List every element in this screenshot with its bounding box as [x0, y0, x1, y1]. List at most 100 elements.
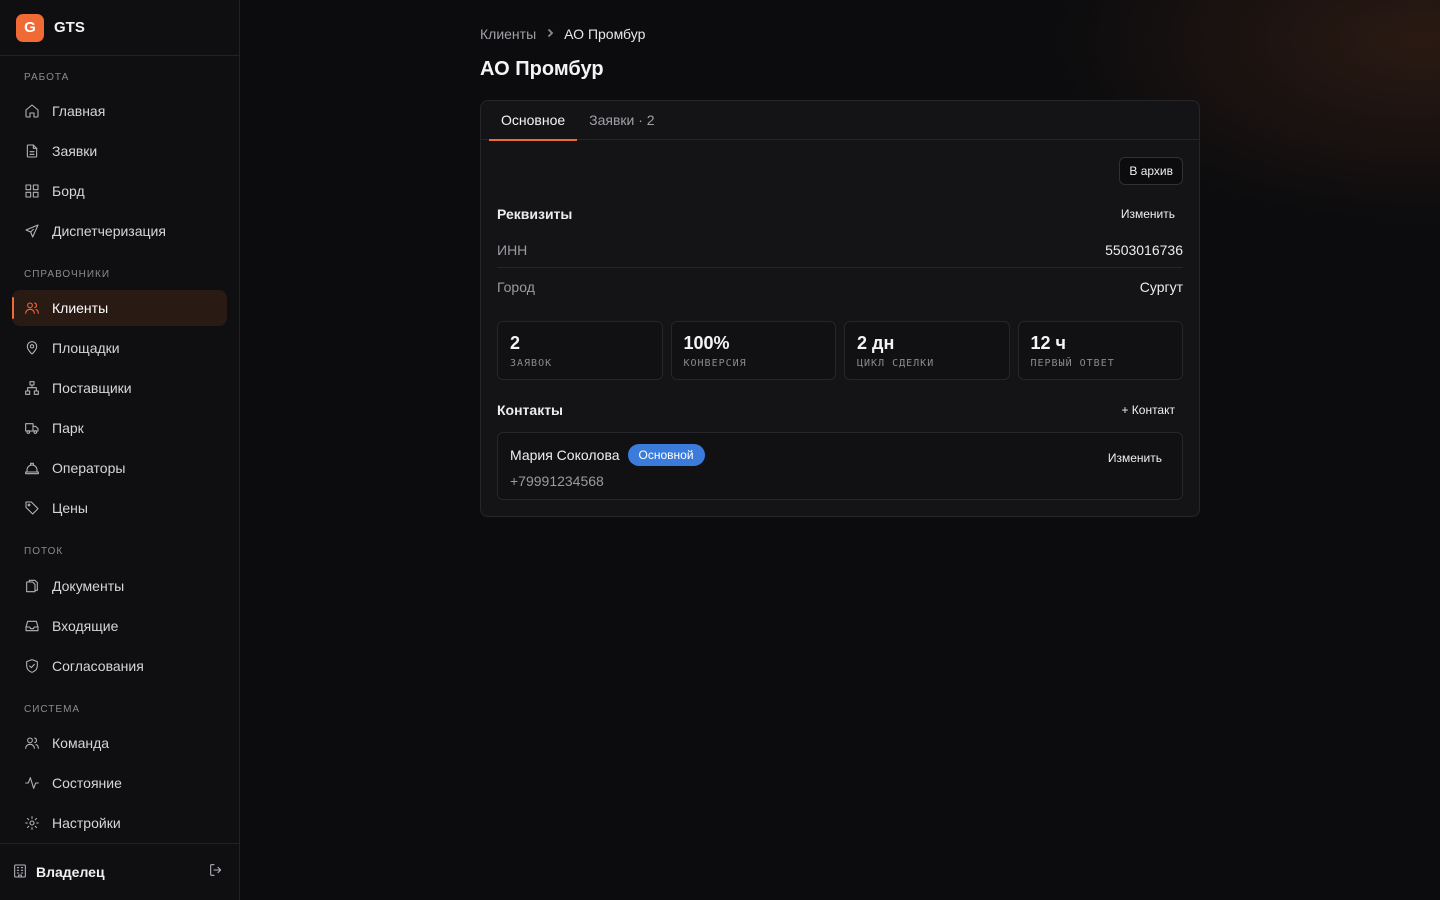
brand-logo: G — [16, 13, 44, 42]
sidebar-item-operators[interactable]: Операторы — [12, 450, 227, 486]
team-icon — [24, 735, 40, 751]
add-contact-button[interactable]: + Контакт — [1113, 399, 1183, 421]
sidebar-item-label: Парк — [52, 420, 84, 436]
contacts-title: Контакты — [497, 402, 564, 418]
requisite-row-city: Город Сургут — [497, 269, 1183, 305]
sidebar-item-label: Операторы — [52, 460, 126, 476]
sidebar-item-home[interactable]: Главная — [12, 93, 227, 129]
stat-requests: 2 ЗАЯВОК — [497, 321, 663, 380]
logout-icon — [208, 862, 224, 883]
tabs: Основное Заявки · 2 — [481, 101, 1199, 141]
sidebar-item-label: Команда — [52, 735, 110, 751]
requisite-value: Сургут — [1139, 279, 1183, 295]
sidebar-item-label: Клиенты — [52, 300, 109, 316]
truck-icon — [24, 420, 40, 436]
sidebar-item-label: Документы — [52, 578, 125, 594]
sidebar-item-fleet[interactable]: Парк — [12, 410, 227, 446]
requisite-key: ИНН — [497, 241, 528, 258]
sidebar-item-label: Поставщики — [52, 380, 132, 396]
sidebar-item-suppliers[interactable]: Поставщики — [12, 370, 227, 406]
sidebar-item-label: Диспетчеризация — [52, 223, 166, 239]
nav-section-label-work: РАБОТА — [24, 72, 70, 83]
sidebar-item-dispatch[interactable]: Диспетчеризация — [12, 213, 227, 249]
sidebar-item-label: Состояние — [52, 775, 122, 791]
chevron-right-icon — [544, 26, 556, 42]
sidebar-item-board[interactable]: Борд — [12, 173, 227, 209]
breadcrumb: Клиенты АО Промбур — [480, 24, 645, 44]
contact-phone: +79991234568 — [510, 473, 604, 489]
nav-section-label-flow: ПОТОК — [24, 546, 64, 557]
stat-first-response: 12 ч ПЕРВЫЙ ОТВЕТ — [1017, 321, 1183, 380]
user-menu[interactable]: Владелец — [12, 863, 105, 882]
stat-value: 100% — [683, 333, 730, 353]
sidebar-item-team[interactable]: Команда — [12, 725, 227, 761]
tab-requests[interactable]: Заявки · 2 — [577, 101, 666, 140]
map-pin-icon — [24, 340, 40, 356]
requisite-key: Город — [497, 279, 535, 295]
contact-name: Мария Соколова — [510, 447, 620, 463]
stat-deal-cycle: 2 дн ЦИКЛ СДЕЛКИ — [844, 321, 1010, 380]
send-icon — [24, 223, 40, 239]
client-card: Основное Заявки · 2 В архив Реквизиты Из… — [480, 100, 1200, 517]
sidebar-item-label: Настройки — [52, 815, 121, 831]
sidebar-item-status[interactable]: Состояние — [12, 765, 227, 801]
stat-label: КОНВЕРСИЯ — [683, 358, 747, 369]
users-icon — [24, 300, 40, 316]
stat-label: ЦИКЛ СДЕЛКИ — [857, 358, 935, 369]
sidebar-item-label: Входящие — [52, 618, 119, 634]
sidebar-item-settings[interactable]: Настройки — [12, 805, 227, 841]
requisites-title: Реквизиты — [497, 206, 573, 222]
sidebar-item-requests[interactable]: Заявки — [12, 133, 227, 169]
shield-check-icon — [24, 658, 40, 674]
edit-requisites-button[interactable]: Изменить — [1113, 203, 1183, 225]
sidebar-item-documents[interactable]: Документы — [12, 568, 227, 604]
grid-icon — [24, 183, 40, 199]
logout-button[interactable] — [204, 860, 228, 884]
stat-label: ЗАЯВОК — [510, 358, 553, 369]
archive-button[interactable]: В архив — [1119, 157, 1183, 185]
hard-hat-icon — [24, 460, 40, 476]
edit-contact-button[interactable]: Изменить — [1100, 447, 1170, 469]
sidebar-item-label: Борд — [52, 183, 85, 199]
tab-main[interactable]: Основное — [489, 101, 578, 141]
sidebar-item-label: Площадки — [52, 340, 120, 356]
stat-value: 2 — [510, 333, 521, 353]
building-icon — [12, 863, 28, 882]
sidebar-item-prices[interactable]: Цены — [12, 490, 227, 526]
contact-name-row: Мария Соколова Основной — [510, 444, 705, 466]
nav-section-label-system: СИСТЕМА — [24, 704, 81, 715]
stat-value: 2 дн — [857, 333, 895, 353]
contacts-header: Контакты + Контакт — [497, 399, 1183, 421]
stat-value: 12 ч — [1030, 333, 1066, 353]
network-icon — [24, 380, 40, 396]
gear-icon — [24, 815, 40, 831]
brand-name: GTS — [54, 19, 85, 36]
sidebar-footer: Владелец — [0, 843, 240, 900]
breadcrumb-link-clients[interactable]: Клиенты — [480, 26, 536, 42]
nav-section-label-references: СПРАВОЧНИКИ — [24, 269, 111, 280]
breadcrumb-current: АО Промбур — [564, 26, 646, 42]
user-role-label: Владелец — [36, 864, 105, 880]
page-title: АО Промбур — [480, 58, 604, 80]
primary-contact-badge: Основной — [627, 444, 705, 466]
sidebar-item-sites[interactable]: Площадки — [12, 330, 227, 366]
sidebar-item-label: Цены — [52, 500, 88, 516]
documents-icon — [24, 578, 40, 594]
sidebar: G GTS РАБОТА Главная Заявки Борд Диспетч… — [0, 0, 240, 900]
requisite-row-inn: ИНН 5503016736 — [497, 232, 1183, 268]
inbox-icon — [24, 618, 40, 634]
stat-label: ПЕРВЫЙ ОТВЕТ — [1030, 358, 1115, 369]
sidebar-item-approvals[interactable]: Согласования — [12, 648, 227, 684]
sidebar-item-clients[interactable]: Клиенты — [12, 290, 227, 326]
requisite-value: 5503016736 — [1105, 241, 1183, 258]
sidebar-item-inbox[interactable]: Входящие — [12, 608, 227, 644]
sidebar-item-label: Главная — [52, 103, 106, 119]
home-icon — [24, 103, 40, 119]
activity-icon — [24, 775, 40, 791]
brand[interactable]: G GTS — [0, 0, 239, 56]
sidebar-item-label: Согласования — [52, 658, 144, 674]
requisites-header: Реквизиты Изменить — [497, 203, 1183, 225]
stat-conversion: 100% КОНВЕРСИЯ — [670, 321, 836, 380]
sidebar-item-label: Заявки — [52, 143, 98, 159]
contact-item: Мария Соколова Основной +79991234568 Изм… — [497, 432, 1183, 500]
